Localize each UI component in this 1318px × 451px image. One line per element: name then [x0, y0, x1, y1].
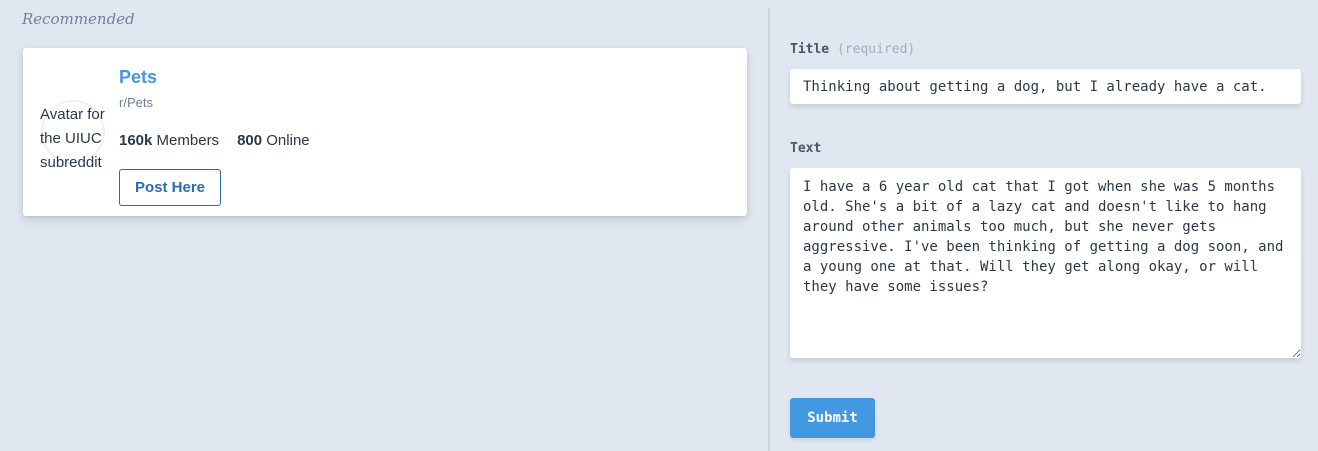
- submit-button[interactable]: Submit: [790, 398, 875, 438]
- title-required-hint: (required): [836, 42, 916, 57]
- title-label: Title (required): [790, 42, 915, 57]
- title-label-text: Title: [790, 42, 830, 57]
- subreddit-path: r/Pets: [119, 95, 153, 110]
- subreddit-stats: 160k Members 800 Online: [119, 132, 310, 149]
- online-label: Online: [266, 132, 310, 149]
- subreddit-name-link[interactable]: Pets: [119, 67, 157, 88]
- section-heading: Recommended: [22, 10, 135, 28]
- post-here-button[interactable]: Post Here: [119, 169, 221, 206]
- text-body-input[interactable]: I have a 6 year old cat that I got when …: [790, 168, 1301, 358]
- text-label: Text: [790, 141, 822, 156]
- avatar-alt-text: Avatar for the UIUC subreddit: [40, 106, 105, 171]
- members-label: Members: [156, 132, 220, 149]
- online-count: 800: [237, 132, 263, 149]
- panel-divider: [768, 8, 770, 451]
- title-input[interactable]: [790, 69, 1301, 104]
- members-count: 160k: [119, 132, 153, 149]
- recommended-panel: Recommended Avatar for the UIUC subreddi…: [0, 0, 768, 451]
